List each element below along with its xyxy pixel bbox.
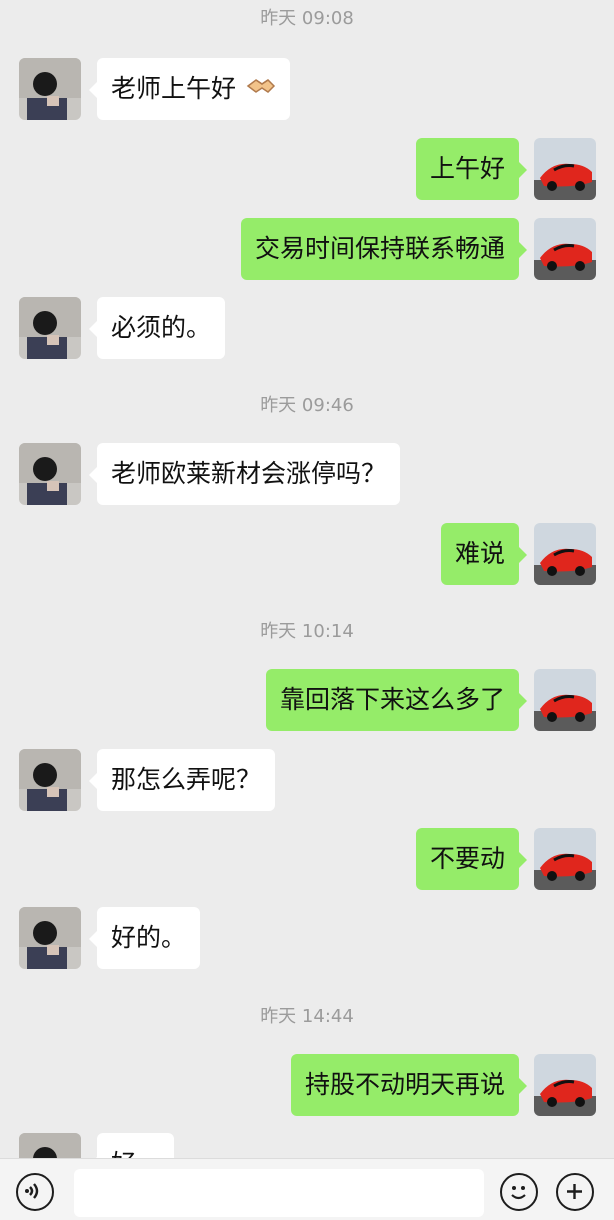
avatar-boy-image	[19, 749, 81, 811]
avatar-boy-image	[19, 297, 81, 359]
message-bubble[interactable]: 不要动	[415, 828, 528, 890]
avatar[interactable]	[534, 138, 596, 200]
avatar[interactable]	[534, 828, 596, 890]
avatar[interactable]	[19, 443, 81, 505]
message-bubble[interactable]: 持股不动明天再说	[290, 1054, 528, 1116]
message-bubble[interactable]: 必须的。	[88, 297, 226, 359]
message-row: 难说	[0, 523, 614, 587]
voice-button[interactable]	[16, 1173, 54, 1211]
avatar[interactable]	[19, 749, 81, 811]
avatar[interactable]	[534, 1054, 596, 1116]
avatar-red-car-image	[534, 218, 596, 280]
message-bubble[interactable]: 好...	[89, 1133, 174, 1158]
message-text: 好的。	[111, 923, 187, 952]
message-bubble[interactable]: 上午好	[415, 138, 528, 200]
voice-icon	[25, 1183, 39, 1199]
message-text: 难说	[454, 539, 505, 568]
avatar[interactable]	[19, 907, 81, 969]
emoji-button[interactable]	[500, 1173, 538, 1211]
message-row: 好...	[0, 1133, 614, 1158]
avatar[interactable]	[19, 297, 81, 359]
avatar[interactable]	[19, 1133, 81, 1158]
message-text: 好...	[111, 1149, 160, 1158]
message-row: 持股不动明天再说	[0, 1054, 614, 1118]
message-bubble[interactable]: 老师上午好	[89, 58, 290, 121]
message-text: 上午好	[429, 154, 505, 183]
handshake-emoji-icon	[246, 59, 276, 121]
message-row: 必须的。	[0, 297, 614, 361]
avatar-boy-image	[19, 443, 81, 505]
message-bubble[interactable]: 那怎么弄呢？	[88, 749, 276, 811]
timestamp: 昨天 10:14	[260, 621, 354, 642]
timestamp: 昨天 09:08	[260, 8, 354, 29]
timestamp: 昨天 14:44	[260, 1006, 354, 1027]
timestamp: 昨天 09:46	[260, 395, 354, 416]
message-text: 交易时间保持联系畅通	[254, 234, 505, 263]
message-row: 老师上午好	[0, 58, 614, 122]
message-text: 那怎么弄呢？	[111, 765, 262, 794]
message-row: 交易时间保持联系畅通	[0, 218, 614, 282]
message-bubble[interactable]: 老师欧莱新材会涨停吗？	[88, 443, 401, 505]
avatar[interactable]	[534, 669, 596, 731]
message-row: 老师欧莱新材会涨停吗？	[0, 443, 614, 507]
message-bubble[interactable]: 好的。	[88, 907, 201, 969]
message-text: 持股不动明天再说	[304, 1070, 505, 1099]
chat-area: 昨天 09:08 老师上午好 上午好 交易时间保持联系畅通 必须的。 昨天 09…	[0, 0, 614, 1158]
message-text: 靠回落下来这么多了	[279, 685, 505, 714]
plus-icon	[567, 1184, 582, 1199]
avatar-boy-image	[19, 907, 81, 969]
avatar[interactable]	[19, 58, 81, 120]
message-bubble[interactable]: 难说	[440, 523, 528, 585]
message-text: 必须的。	[111, 313, 212, 342]
avatar[interactable]	[534, 218, 596, 280]
avatar-boy-image	[19, 58, 81, 120]
message-input[interactable]	[74, 1169, 484, 1217]
avatar-red-car-image	[534, 523, 596, 585]
avatar-red-car-image	[534, 1054, 596, 1116]
avatar[interactable]	[534, 523, 596, 585]
message-row: 那怎么弄呢？	[0, 749, 614, 813]
emoji-icon	[511, 1186, 526, 1200]
bottom-bar	[0, 1158, 614, 1220]
message-row: 不要动	[0, 828, 614, 892]
message-row: 靠回落下来这么多了	[0, 669, 614, 733]
message-row: 上午好	[0, 138, 614, 202]
avatar-red-car-image	[534, 138, 596, 200]
message-text: 老师上午好	[111, 74, 237, 103]
avatar-red-car-image	[534, 669, 596, 731]
message-row: 好的。	[0, 907, 614, 971]
plus-button[interactable]	[556, 1173, 594, 1211]
message-bubble[interactable]: 交易时间保持联系畅通	[240, 218, 528, 280]
message-text: 老师欧莱新材会涨停吗？	[111, 459, 387, 488]
message-text: 不要动	[429, 844, 505, 873]
avatar-red-car-image	[534, 828, 596, 890]
message-bubble[interactable]: 靠回落下来这么多了	[265, 669, 528, 731]
avatar-boy-image	[19, 1133, 81, 1158]
